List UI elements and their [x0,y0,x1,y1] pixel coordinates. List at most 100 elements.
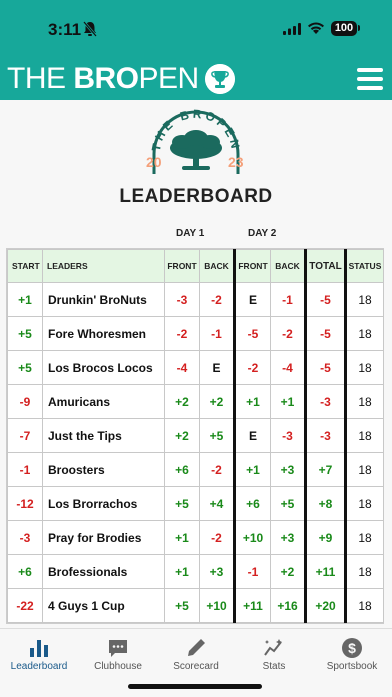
table-header-row: START LEADERS FRONT BACK FRONT BACK TOTA… [7,249,384,283]
cell-day2-back: +3 [270,452,307,487]
cell-total: +20 [305,588,347,623]
tab-label: Stats [262,661,286,672]
cell-team-name: Pray for Brodies [42,520,165,555]
cell-team-name: Just the Tips [42,418,165,453]
status-time: 3:11 [48,20,82,39]
pencil-icon [188,639,205,656]
cell-team-name: Drunkin' BroNuts [42,282,165,317]
menu-line [357,77,383,81]
cell-total: -5 [305,282,347,317]
cell-day1-front: -4 [164,350,200,385]
tab-sportsbook[interactable]: $ Sportsbook [313,637,391,672]
battery-nub [358,25,360,31]
cell-day2-back: +2 [270,554,307,589]
cell-day1-front: -3 [164,282,200,317]
col-header-day2-back: BACK [270,249,307,283]
cell-start: -1 [7,452,43,487]
cell-day2-front: +11 [234,588,271,623]
cell-total: -3 [305,418,347,453]
cell-day2-back: +1 [270,384,307,419]
bell-muted-icon [83,21,97,37]
col-header-day1-back: BACK [199,249,236,283]
cell-total: +9 [305,520,347,555]
col-header-leaders: LEADERS [42,249,165,283]
cell-day1-back: E [199,350,236,385]
svg-text:$: $ [348,640,356,656]
cell-day2-back: -1 [270,282,307,317]
cellular-signal-icon [283,23,301,35]
cell-start: +1 [7,282,43,317]
cell-start: -12 [7,486,43,521]
table-row[interactable]: +1 Drunkin' BroNuts -3 -2 E -1 -5 18 [7,282,384,317]
cell-day1-front: +5 [164,486,200,521]
cell-team-name: Broosters [42,452,165,487]
tab-stats[interactable]: Stats [235,637,313,672]
cell-start: +6 [7,554,43,589]
logo-year-right: 23 [228,154,244,170]
cell-start: +5 [7,350,43,385]
cell-day2-front: -1 [234,554,271,589]
tab-clubhouse[interactable]: Clubhouse [79,637,157,672]
cell-day1-back: -1 [199,316,236,351]
cell-total: -5 [305,316,347,351]
cell-day1-front: +1 [164,520,200,555]
cell-day2-front: E [234,282,271,317]
sparkle-chart-icon [264,639,282,656]
cell-start: -7 [7,418,43,453]
logo-year-left: 20 [146,154,162,170]
cell-start: -3 [7,520,43,555]
cell-status: 18 [345,316,384,351]
table-row[interactable]: -3 Pray for Brodies +1 -2 +10 +3 +9 18 [7,520,384,555]
cell-team-name: 4 Guys 1 Cup [42,588,165,623]
bar-chart-icon [30,640,48,657]
tab-scorecard[interactable]: Scorecard [157,637,235,672]
cell-day1-front: +6 [164,452,200,487]
cell-status: 18 [345,486,384,521]
col-header-start: START [7,249,43,283]
cell-total: -3 [305,384,347,419]
cell-day1-front: -2 [164,316,200,351]
cell-total: +8 [305,486,347,521]
cell-day1-front: +2 [164,418,200,453]
col-header-total: TOTAL [305,249,347,283]
cell-day2-front: +1 [234,452,271,487]
cell-status: 18 [345,554,384,589]
cell-status: 18 [345,384,384,419]
cell-day1-front: +1 [164,554,200,589]
table-row[interactable]: +6 Brofessionals +1 +3 -1 +2 +11 18 [7,554,384,589]
cell-day1-back: +4 [199,486,236,521]
cell-day2-back: -2 [270,316,307,351]
table-row[interactable]: -22 4 Guys 1 Cup +5 +10 +11 +16 +20 18 [7,588,384,623]
cell-team-name: Amuricans [42,384,165,419]
trophy-icon [205,64,235,94]
cell-total: +11 [305,554,347,589]
table-row[interactable]: -7 Just the Tips +2 +5 E -3 -3 18 [7,418,384,453]
tab-label: Clubhouse [94,661,142,672]
cell-status: 18 [345,418,384,453]
tab-leaderboard[interactable]: Leaderboard [0,637,78,672]
table-row[interactable]: -9 Amuricans +2 +2 +1 +1 -3 18 [7,384,384,419]
cell-day2-front: E [234,418,271,453]
menu-line [357,68,383,72]
cell-day1-back: -2 [199,282,236,317]
menu-button[interactable] [357,68,383,90]
cell-day2-front: -5 [234,316,271,351]
cell-status: 18 [345,588,384,623]
cell-day2-front: +6 [234,486,271,521]
cell-start: -22 [7,588,43,623]
cell-day1-back: +3 [199,554,236,589]
cell-team-name: Fore Whoresmen [42,316,165,351]
cell-team-name: Brofessionals [42,554,165,589]
cell-day2-back: -3 [270,418,307,453]
table-row[interactable]: -12 Los Brorrachos +5 +4 +6 +5 +8 18 [7,486,384,521]
cell-total: -5 [305,350,347,385]
day-2-label: DAY 2 [248,228,277,239]
table-row[interactable]: -1 Broosters +6 -2 +1 +3 +7 18 [7,452,384,487]
table-row[interactable]: +5 Los Brocos Locos -4 E -2 -4 -5 18 [7,350,384,385]
cell-status: 18 [345,282,384,317]
table-row[interactable]: +5 Fore Whoresmen -2 -1 -5 -2 -5 18 [7,316,384,351]
tab-label: Sportsbook [326,661,378,672]
tab-label: Leaderboard [10,661,68,672]
tab-label: Scorecard [173,661,219,672]
cell-day2-back: -4 [270,350,307,385]
